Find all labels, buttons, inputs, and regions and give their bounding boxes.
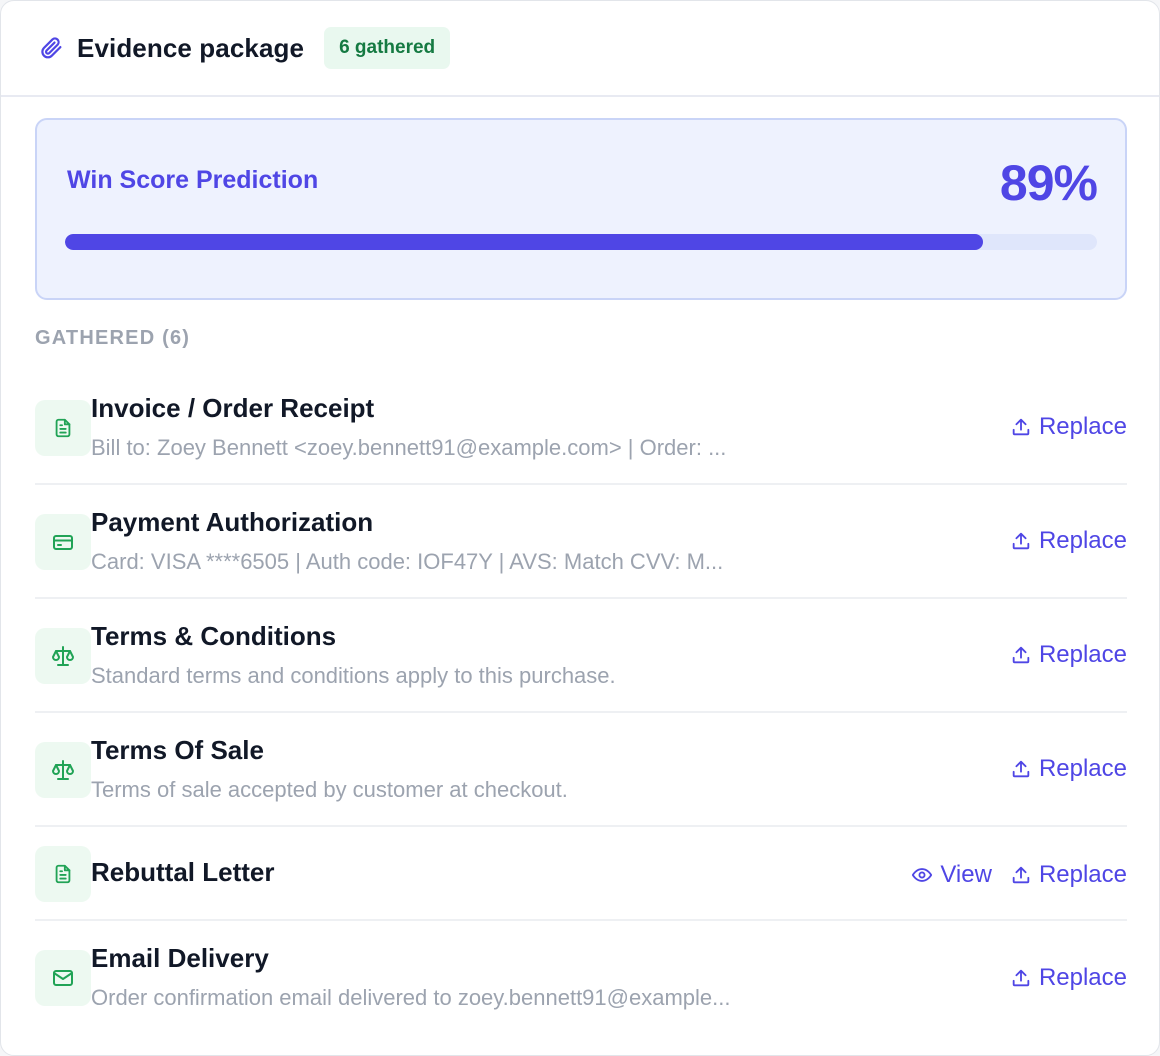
evidence-item-name: Email Delivery <box>91 943 269 973</box>
eye-icon <box>911 864 933 886</box>
evidence-item-description: Card: VISA ****6505 | Auth code: IOF47Y … <box>91 549 724 574</box>
document-icon <box>35 400 91 456</box>
replace-button[interactable]: Replace <box>1010 413 1127 441</box>
evidence-item-1: Payment Authorization Card: VISA ****650… <box>35 485 1127 599</box>
evidence-item-name: Payment Authorization <box>91 507 374 537</box>
upload-icon <box>1010 864 1032 886</box>
replace-label: Replace <box>1038 527 1127 554</box>
win-score-progress-fill <box>65 234 984 250</box>
win-score-label: Win Score Prediction <box>67 166 319 194</box>
upload-icon <box>1010 530 1032 552</box>
replace-label: Replace <box>1038 861 1127 888</box>
replace-label: Replace <box>1038 755 1127 782</box>
evidence-package-card: Evidence package 6 gathered Win Score Pr… <box>0 0 1160 1056</box>
paperclip-icon <box>39 35 65 61</box>
card-header: Evidence package 6 gathered <box>1 1 1159 97</box>
evidence-item-3: Terms Of Sale Terms of sale accepted by … <box>35 713 1127 827</box>
replace-button[interactable]: Replace <box>1010 964 1127 992</box>
evidence-item-actions: Replace <box>1010 371 1127 483</box>
evidence-item-description: Terms of sale accepted by customer at ch… <box>91 777 568 802</box>
evidence-item-0: Invoice / Order Receipt Bill to: Zoey Be… <box>35 371 1127 485</box>
evidence-item-name: Terms Of Sale <box>91 735 264 765</box>
evidence-item-name: Rebuttal Letter <box>91 857 275 887</box>
replace-button[interactable]: Replace <box>1010 641 1127 669</box>
win-score-progress-track <box>65 234 1097 250</box>
evidence-item-actions: Replace <box>1010 485 1127 597</box>
scale-icon <box>35 628 91 684</box>
evidence-item-name: Terms & Conditions <box>91 621 337 651</box>
replace-label: Replace <box>1038 964 1127 991</box>
win-score-panel: Win Score Prediction 89% <box>35 118 1127 300</box>
evidence-item-name: Invoice / Order Receipt <box>91 393 375 423</box>
evidence-item-actions: View Replace <box>911 827 1127 919</box>
replace-button[interactable]: Replace <box>1010 755 1127 783</box>
gathered-count-badge: 6 gathered <box>324 27 451 69</box>
replace-label: Replace <box>1038 413 1127 440</box>
win-score-value: 89% <box>999 155 1098 211</box>
replace-label: Replace <box>1038 641 1127 668</box>
evidence-item-description: Order confirmation email delivered to zo… <box>91 985 731 1010</box>
upload-icon <box>1010 758 1032 780</box>
evidence-item-actions: Replace <box>1010 713 1127 825</box>
evidence-item-actions: Replace <box>1010 599 1127 711</box>
scale-icon <box>35 742 91 798</box>
view-button[interactable]: View <box>911 861 992 889</box>
evidence-item-description: Bill to: Zoey Bennett <zoey.bennett91@ex… <box>91 435 727 460</box>
replace-button[interactable]: Replace <box>1010 527 1127 555</box>
credit-card-icon <box>35 514 91 570</box>
evidence-item-actions: Replace <box>1010 921 1127 1035</box>
gathered-section-label: GATHERED (6) <box>35 327 191 349</box>
evidence-list: Invoice / Order Receipt Bill to: Zoey Be… <box>35 371 1127 1035</box>
document-icon <box>35 846 91 902</box>
upload-icon <box>1010 967 1032 989</box>
view-label: View <box>940 861 992 888</box>
evidence-item-5: Email Delivery Order confirmation email … <box>35 921 1127 1035</box>
evidence-item-4: Rebuttal Letter View Replace <box>35 827 1127 921</box>
mail-icon <box>35 950 91 1006</box>
page-title: Evidence package <box>77 32 305 63</box>
upload-icon <box>1010 416 1032 438</box>
evidence-item-description: Standard terms and conditions apply to t… <box>91 663 616 688</box>
evidence-item-2: Terms & Conditions Standard terms and co… <box>35 599 1127 713</box>
upload-icon <box>1010 644 1032 666</box>
replace-button[interactable]: Replace <box>1010 861 1127 889</box>
